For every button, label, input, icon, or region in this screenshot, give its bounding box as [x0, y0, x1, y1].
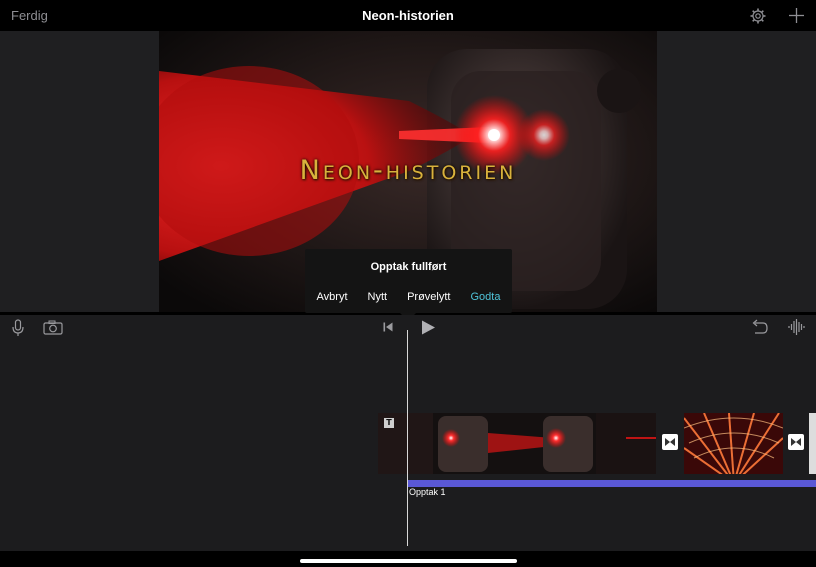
popup-title: Opptak fullført — [370, 261, 447, 273]
plus-icon[interactable] — [788, 7, 805, 24]
video-clip[interactable] — [809, 413, 816, 474]
clip-thumbnail — [684, 413, 783, 474]
audio-track[interactable] — [408, 480, 816, 487]
clip-thumbnails — [378, 413, 656, 474]
video-title-overlay: Neon-historien — [299, 155, 517, 186]
transition-icon[interactable] — [662, 434, 678, 450]
undo-icon[interactable] — [751, 319, 768, 335]
recording-complete-popup: Opptak fullført Avbryt Nytt Prøvelytt Go… — [305, 249, 512, 313]
video-clip[interactable] — [684, 413, 783, 474]
microphone-icon[interactable] — [11, 319, 25, 337]
home-indicator[interactable] — [300, 559, 517, 563]
title-icon: T — [384, 418, 394, 428]
new-take-button[interactable]: Nytt — [358, 291, 398, 303]
playhead[interactable] — [407, 330, 408, 546]
audio-waveform-icon[interactable] — [788, 318, 806, 336]
video-clip[interactable]: T — [378, 413, 656, 474]
play-icon[interactable] — [421, 320, 436, 335]
top-bar: Ferdig Neon-historien — [0, 0, 816, 31]
popup-actions: Avbryt Nytt Prøvelytt Godta — [305, 291, 512, 303]
preview-button[interactable]: Prøvelytt — [397, 291, 460, 303]
audio-track-label: Opptak 1 — [409, 487, 446, 497]
cancel-button[interactable]: Avbryt — [307, 291, 358, 303]
timeline: T Opptak 1 — [0, 315, 816, 551]
project-title: Neon-historien — [362, 8, 454, 23]
gear-icon[interactable] — [750, 8, 766, 24]
accept-button[interactable]: Godta — [460, 291, 510, 303]
skip-to-start-icon[interactable] — [383, 322, 393, 332]
transition-icon[interactable] — [788, 434, 804, 450]
camera-icon[interactable] — [43, 320, 63, 335]
